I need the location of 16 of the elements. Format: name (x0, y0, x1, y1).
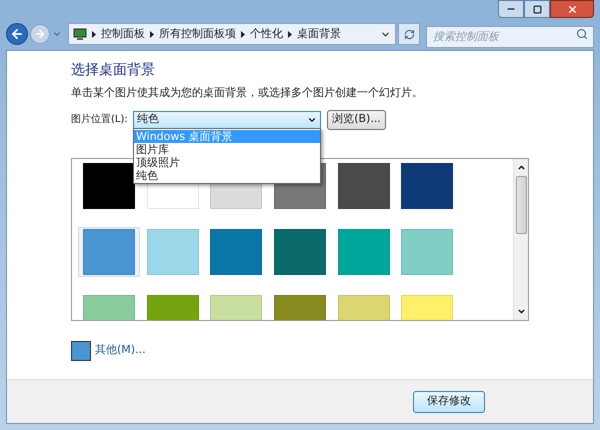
description: 单击某个图片使其成为您的桌面背景，或选择多个图片创建一个幻灯片。 (71, 85, 424, 101)
breadcrumb[interactable]: 桌面背景 (297, 26, 341, 42)
breadcrumb[interactable]: 所有控制面板项 (159, 26, 236, 42)
dropdown-option[interactable]: 顶级照片 (134, 156, 320, 168)
dropdown-option[interactable]: 纯色 (134, 168, 320, 182)
location-label: 图片位置(L): (71, 112, 129, 127)
browse-button[interactable]: 浏览(B)... (327, 110, 386, 130)
page-heading: 选择桌面背景 (71, 61, 156, 79)
breadcrumb[interactable]: 控制面板 (101, 26, 145, 42)
save-button[interactable]: 保存修改 (413, 390, 485, 412)
search-field[interactable]: 搜索控制面板 (426, 26, 594, 48)
dropdown-option[interactable]: 图片库 (134, 142, 320, 156)
breadcrumb[interactable]: 个性化 (250, 26, 283, 42)
address-bar[interactable]: 控制面板 所有控制面板项 个性化 桌面背景 (68, 23, 396, 45)
other-color-link[interactable]: 其他(M)... (95, 342, 146, 359)
location-dropdown[interactable]: 纯色 (133, 110, 321, 128)
